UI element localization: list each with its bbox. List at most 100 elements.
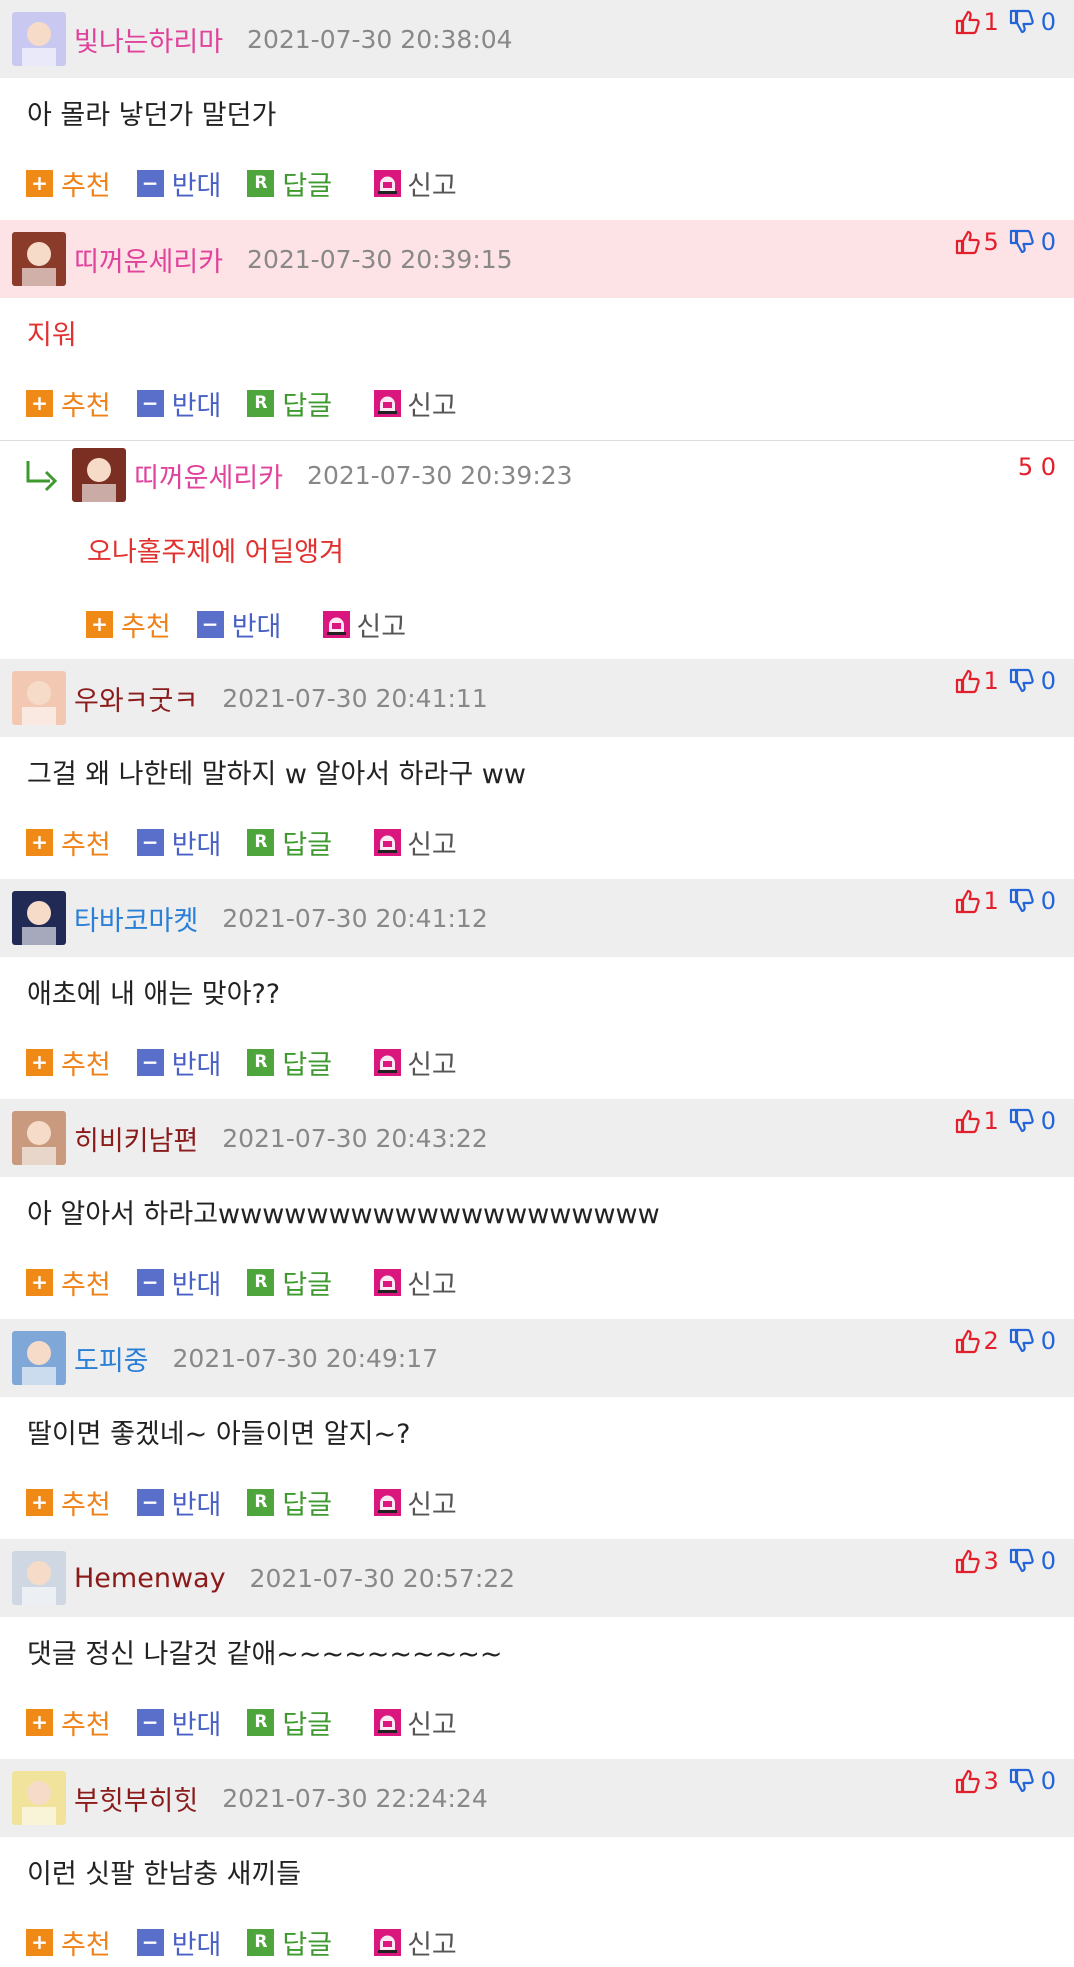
plus-icon: + — [26, 828, 53, 856]
vote-counts: 50 — [953, 228, 1056, 256]
recommend-button[interactable]: + 추천 — [26, 164, 111, 203]
comment-actions: + 추천 − 반대 R 답글 신고 — [0, 1245, 1074, 1319]
vote-counts: 10 — [953, 887, 1056, 915]
nickname[interactable]: 띠꺼운세리카 — [74, 240, 223, 279]
siren-icon — [374, 828, 402, 856]
comment: 부힛부히힛 2021-07-30 22:24:24 3 0 이런 싯팔 한남충 새끼들 +… — [0, 1759, 1074, 1967]
oppose-button[interactable]: − 반대 — [136, 1703, 221, 1742]
nickname[interactable]: 도피중 — [74, 1339, 149, 1378]
oppose-button[interactable]: − 반대 — [136, 1263, 221, 1302]
oppose-button[interactable]: − 반대 — [136, 1483, 221, 1522]
report-button[interactable]: 신고 — [323, 605, 406, 644]
timestamp: 2021-07-30 20:41:12 — [222, 903, 488, 933]
reply-icon: R — [247, 1708, 275, 1736]
thumbs-up-icon — [953, 1327, 981, 1355]
reply-button[interactable]: R 답글 — [247, 1263, 332, 1302]
comment-text: 오나홀주제에 어딜앵겨 — [87, 536, 344, 568]
reply-arrow-icon — [26, 461, 58, 492]
report-button[interactable]: 신고 — [374, 1043, 457, 1082]
nickname[interactable]: 띠꺼운세리카 — [134, 456, 283, 495]
downvote-count: 0 — [1040, 1547, 1056, 1575]
reply-button[interactable]: R 답글 — [247, 1483, 332, 1522]
comment-header: 띠꺼운세리카 2021-07-30 20:39:15 5 0 — [0, 220, 1074, 298]
comment: 도피중 2021-07-30 20:49:17 2 0 딸이면 좋겠네~ 아들이면 알지… — [0, 1319, 1074, 1539]
nickname[interactable]: 우와ㅋ굿ㅋ — [74, 679, 198, 718]
reply-icon: R — [247, 1048, 275, 1076]
oppose-button[interactable]: − 반대 — [136, 164, 221, 203]
reply-button[interactable]: R 답글 — [247, 164, 332, 203]
vote-counts: 30 — [953, 1547, 1056, 1575]
oppose-button[interactable]: − 반대 — [136, 1923, 221, 1962]
minus-icon: − — [136, 1708, 164, 1736]
recommend-button[interactable]: + 추천 — [26, 1483, 111, 1522]
avatar[interactable] — [12, 891, 74, 945]
oppose-button[interactable]: − 반대 — [136, 823, 221, 862]
siren-icon — [374, 389, 402, 417]
comment-text: 그걸 왜 나한테 말하지 w 알아서 하라구 ww — [27, 758, 526, 790]
timestamp: 2021-07-30 20:41:11 — [222, 683, 488, 713]
avatar[interactable] — [72, 448, 134, 502]
downvote-count: 0 — [1040, 1767, 1056, 1795]
comment-actions: + 추천 − 반대 R 답글 신고 — [0, 1905, 1074, 1967]
reply-button[interactable]: R 답글 — [247, 823, 332, 862]
oppose-button[interactable]: − 반대 — [196, 605, 281, 644]
reply-icon: R — [247, 1928, 275, 1956]
recommend-button[interactable]: + 추천 — [26, 1923, 111, 1962]
reply-button[interactable]: R 답글 — [247, 384, 332, 423]
nickname[interactable]: 히비키남편 — [74, 1119, 198, 1158]
upvote-count: 3 — [983, 1547, 999, 1575]
comment: 빛나는하리마 2021-07-30 20:38:04 1 0 아 몰라 낳던가 말던가 +… — [0, 0, 1074, 220]
recommend-button[interactable]: + 추천 — [26, 1043, 111, 1082]
avatar[interactable] — [12, 1331, 74, 1385]
recommend-button[interactable]: + 추천 — [26, 384, 111, 423]
thumbs-down-icon — [1007, 1767, 1035, 1795]
avatar[interactable] — [12, 1771, 74, 1825]
report-button[interactable]: 신고 — [374, 1703, 457, 1742]
siren-icon — [374, 169, 402, 197]
report-button[interactable]: 신고 — [374, 1923, 457, 1962]
reply-button[interactable]: R 답글 — [247, 1703, 332, 1742]
avatar[interactable] — [12, 12, 74, 66]
minus-icon: − — [136, 1488, 164, 1516]
avatar[interactable] — [12, 1551, 74, 1605]
recommend-button[interactable]: + 추천 — [86, 605, 171, 644]
nickname[interactable]: 타바코마켓 — [74, 899, 198, 938]
oppose-button[interactable]: − 반대 — [136, 1043, 221, 1082]
recommend-button[interactable]: + 추천 — [26, 823, 111, 862]
minus-icon: − — [136, 1048, 164, 1076]
avatar[interactable] — [12, 1111, 74, 1165]
comment-text: 아 알아서 하라고wwwwwwwwwwwwwwwwwwww — [27, 1198, 660, 1230]
report-button[interactable]: 신고 — [374, 1263, 457, 1302]
siren-icon — [374, 1048, 402, 1076]
recommend-button[interactable]: + 추천 — [26, 1703, 111, 1742]
avatar[interactable] — [12, 232, 74, 286]
recommend-button[interactable]: + 추천 — [26, 1263, 111, 1302]
comment-actions: + 추천 − 반대 R 답글 신고 — [0, 805, 1074, 879]
thumbs-down-icon — [1007, 8, 1035, 36]
comment-text: 이런 싯팔 한남충 새끼들 — [27, 1858, 302, 1890]
comment-actions: + 추천 − 반대 신고 — [0, 589, 1074, 659]
reply-button[interactable]: R 답글 — [247, 1923, 332, 1962]
report-button[interactable]: 신고 — [374, 1483, 457, 1522]
report-button[interactable]: 신고 — [374, 384, 457, 423]
comment: 띠꺼운세리카 2021-07-30 20:39:15 5 0 지워 + 추천 − 반대 R 답글 신고 — [0, 220, 1074, 440]
reply-button[interactable]: R 답글 — [247, 1043, 332, 1082]
report-button[interactable]: 신고 — [374, 823, 457, 862]
comment-text: 지워 — [27, 319, 77, 351]
minus-icon: − — [136, 389, 164, 417]
siren-icon — [374, 1928, 402, 1956]
thumbs-up-icon — [953, 8, 981, 36]
timestamp: 2021-07-30 20:39:15 — [247, 244, 513, 274]
avatar[interactable] — [12, 671, 74, 725]
plus-icon: + — [26, 1048, 53, 1076]
nickname[interactable]: Hemenway — [74, 1563, 226, 1594]
siren-icon — [323, 610, 351, 638]
comment-list: 빛나는하리마 2021-07-30 20:38:04 1 0 아 몰라 낳던가 말던가 +… — [0, 0, 1074, 1967]
oppose-button[interactable]: − 반대 — [136, 384, 221, 423]
vote-counts: 20 — [953, 1327, 1056, 1355]
report-button[interactable]: 신고 — [374, 164, 457, 203]
nickname[interactable]: 빛나는하리마 — [74, 20, 223, 59]
reply-icon: R — [247, 828, 275, 856]
plus-icon: + — [26, 1708, 53, 1736]
nickname[interactable]: 부힛부히힛 — [74, 1779, 198, 1818]
